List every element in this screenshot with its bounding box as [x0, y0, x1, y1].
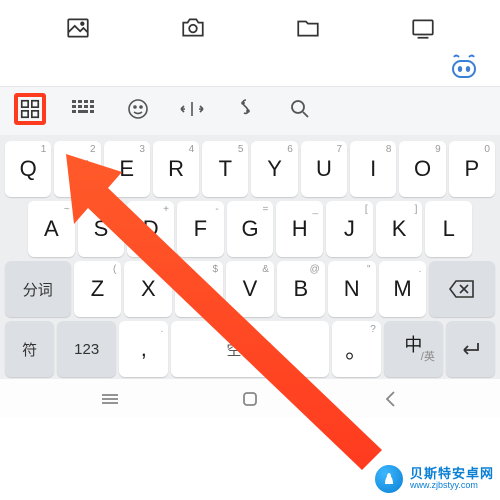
nav-back-icon[interactable] — [377, 389, 403, 409]
lang-main: 中 — [404, 336, 422, 354]
lang-sub: /英 — [421, 352, 435, 363]
key-w[interactable]: 2W — [54, 141, 100, 197]
screen-icon[interactable] — [407, 12, 439, 44]
key-u[interactable]: 7U — [301, 141, 347, 197]
key-s[interactable]: `S — [78, 201, 125, 257]
enter-key[interactable] — [446, 321, 495, 377]
key-v[interactable]: &V — [226, 261, 274, 317]
key-a[interactable]: ~A — [28, 201, 75, 257]
backspace-key[interactable] — [429, 261, 495, 317]
keyboard: 1Q2W3E4R5T6Y7U8I9O0P ~A`S+D-F=G_H[J]KL 分… — [0, 135, 500, 379]
nav-recent-icon[interactable] — [97, 389, 123, 409]
comma-key[interactable]: ., — [119, 321, 168, 377]
key-i[interactable]: 8I — [350, 141, 396, 197]
keyboard-toolbar — [0, 86, 500, 135]
key-g[interactable]: =G — [227, 201, 274, 257]
space-label: 空格 — [227, 339, 257, 360]
key-k[interactable]: ]K — [376, 201, 423, 257]
key-t[interactable]: 5T — [202, 141, 248, 197]
watermark: 贝斯特安卓网 www.zjbstyy.com — [372, 462, 494, 496]
key-j[interactable]: [J — [326, 201, 373, 257]
folder-icon[interactable] — [292, 12, 324, 44]
nav-home-icon[interactable] — [237, 389, 263, 409]
key-r[interactable]: 4R — [153, 141, 199, 197]
key-m[interactable]: .M — [379, 261, 427, 317]
language-key[interactable]: 中 /英 — [384, 321, 443, 377]
watermark-title: 贝斯特安卓网 — [410, 467, 494, 481]
key-p[interactable]: 0P — [449, 141, 495, 197]
apps-grid-icon[interactable] — [14, 93, 46, 125]
key-h[interactable]: _H — [276, 201, 323, 257]
camera-icon[interactable] — [177, 12, 209, 44]
cursor-move-icon[interactable] — [176, 93, 208, 125]
key-z[interactable]: (Z — [74, 261, 122, 317]
gallery-icon[interactable] — [62, 12, 94, 44]
key-f[interactable]: -F — [177, 201, 224, 257]
key-c[interactable]: $C — [175, 261, 223, 317]
watermark-url: www.zjbstyy.com — [410, 481, 494, 490]
key-e[interactable]: 3E — [104, 141, 150, 197]
key-d[interactable]: +D — [127, 201, 174, 257]
clipboard-icon[interactable] — [230, 93, 262, 125]
comma-label: , — [141, 336, 147, 362]
system-navbar — [0, 379, 500, 417]
emoji-icon[interactable] — [122, 93, 154, 125]
period-label: 。 — [345, 333, 367, 365]
key-y[interactable]: 6Y — [251, 141, 297, 197]
watermark-logo-icon — [372, 462, 406, 496]
segment-key[interactable]: 分词 — [5, 261, 71, 317]
symbol-key[interactable]: 符 — [5, 321, 54, 377]
space-key[interactable]: 空格 — [171, 321, 328, 377]
key-l[interactable]: L — [425, 201, 472, 257]
key-n[interactable]: "N — [328, 261, 376, 317]
number-key[interactable]: 123 — [57, 321, 116, 377]
key-o[interactable]: 9O — [399, 141, 445, 197]
key-b[interactable]: @B — [277, 261, 325, 317]
search-icon[interactable] — [284, 93, 316, 125]
keyboard-layout-icon[interactable] — [68, 93, 100, 125]
key-x[interactable]: )X — [124, 261, 172, 317]
period-key[interactable]: ?。 — [332, 321, 381, 377]
key-q[interactable]: 1Q — [5, 141, 51, 197]
assistant-icon[interactable] — [446, 52, 482, 82]
